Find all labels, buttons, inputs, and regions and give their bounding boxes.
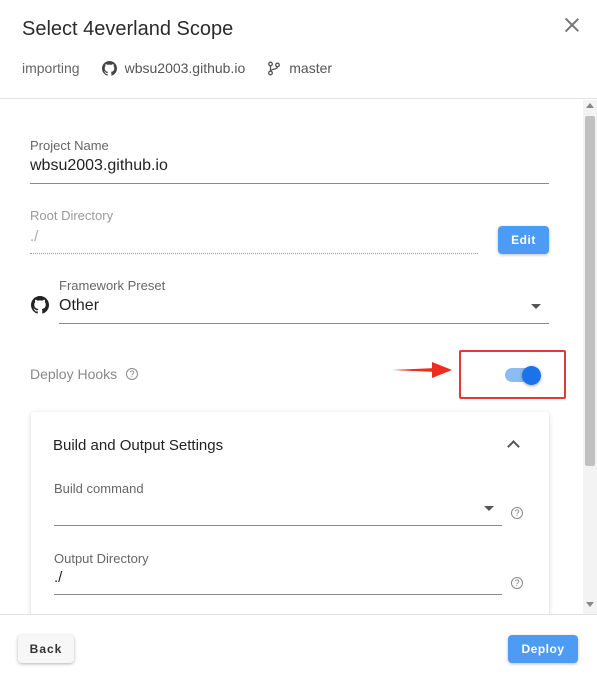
import-meta: importing wbsu2003.github.io master xyxy=(22,60,332,76)
repo-info: wbsu2003.github.io xyxy=(101,60,246,76)
output-directory-help-icon[interactable]: ? xyxy=(511,577,523,589)
build-command-help-icon[interactable]: ? xyxy=(511,507,523,519)
build-settings-panel: Build and Output Settings Build command … xyxy=(31,412,549,614)
back-button[interactable]: Back xyxy=(18,635,74,663)
build-command-label: Build command xyxy=(54,481,144,496)
build-command-underline xyxy=(54,525,502,526)
import-status: importing xyxy=(22,60,80,76)
repo-name: wbsu2003.github.io xyxy=(124,60,246,76)
scroll-content: Build and Output Settings Build command … xyxy=(0,100,583,614)
git-branch-icon xyxy=(268,61,281,75)
output-directory-underline xyxy=(54,594,502,595)
scroll-down-icon[interactable] xyxy=(586,602,594,607)
close-icon[interactable] xyxy=(563,16,581,34)
build-command-caret-icon[interactable] xyxy=(484,506,494,511)
output-directory-label: Output Directory xyxy=(54,551,149,566)
output-directory-input[interactable]: ./ xyxy=(54,569,62,586)
branch-name: master xyxy=(289,60,333,76)
dialog-title: Select 4everland Scope xyxy=(22,18,234,40)
chevron-up-icon[interactable] xyxy=(507,440,520,453)
scrollbar-thumb[interactable] xyxy=(585,116,595,466)
github-icon xyxy=(101,60,117,76)
dialog-footer: Back Deploy xyxy=(0,614,597,680)
dialog-header: Select 4everland Scope importing wbsu200… xyxy=(0,0,597,99)
deploy-button[interactable]: Deploy xyxy=(508,635,578,663)
build-settings-title[interactable]: Build and Output Settings xyxy=(53,437,223,454)
branch-info: master xyxy=(267,60,332,76)
scroll-up-icon[interactable] xyxy=(586,103,594,108)
